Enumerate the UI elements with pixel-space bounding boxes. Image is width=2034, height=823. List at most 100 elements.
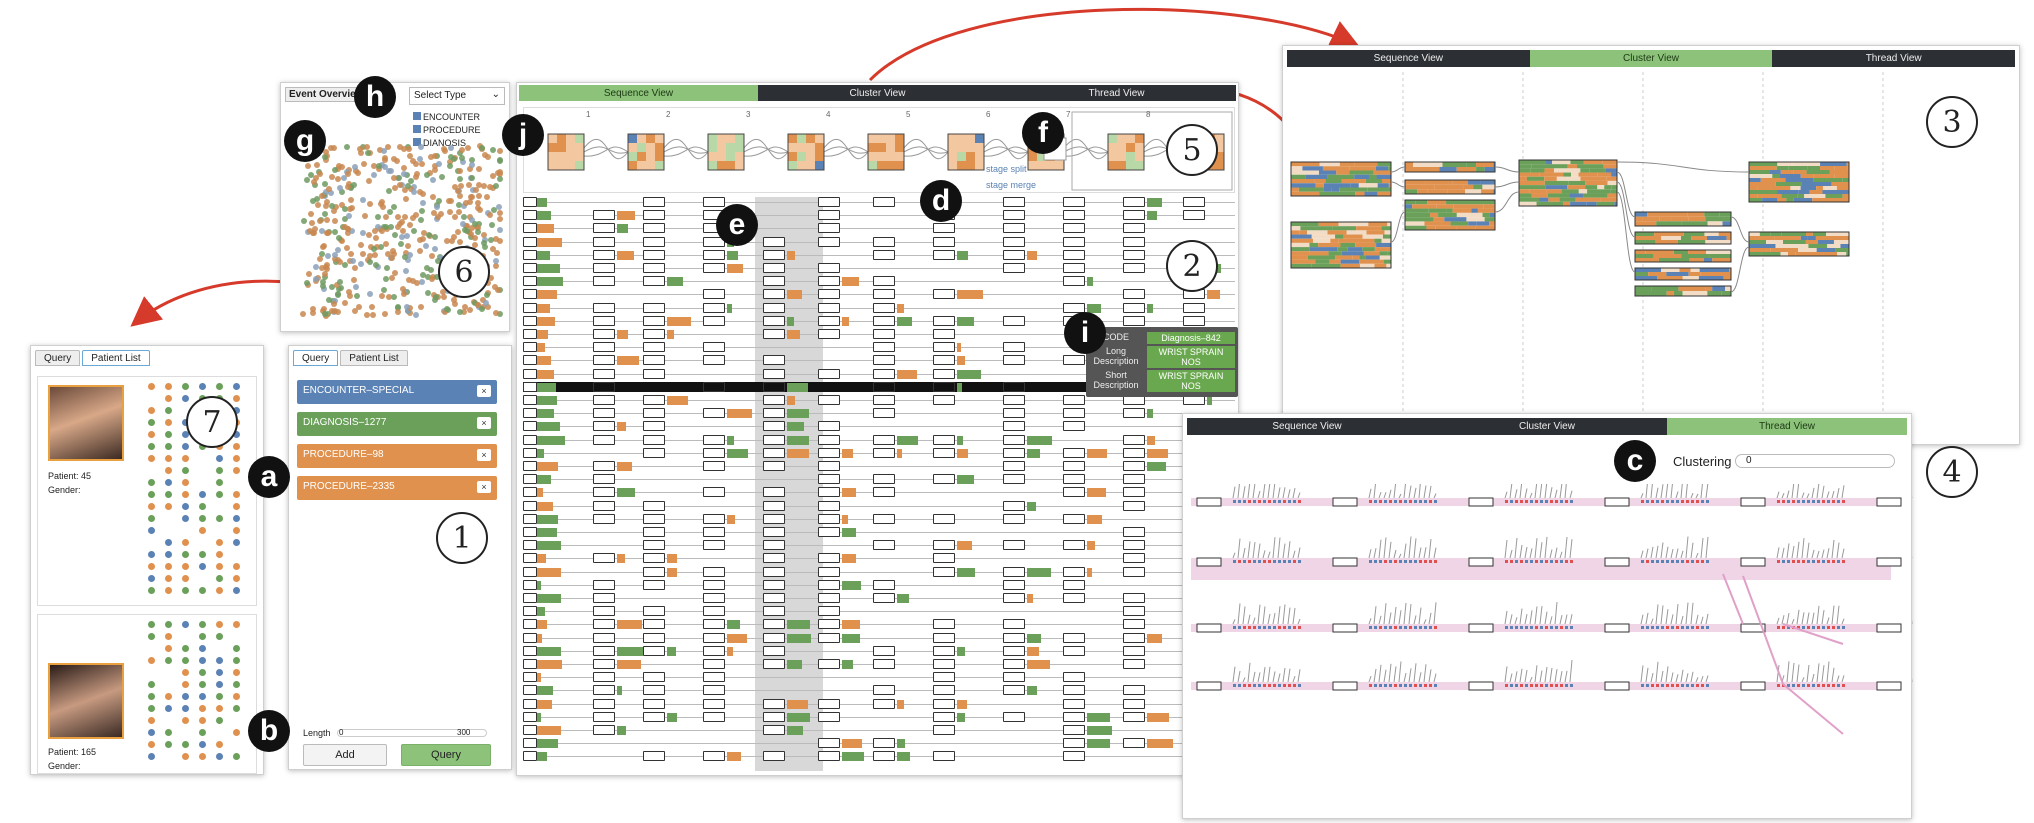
event-node[interactable]	[763, 659, 785, 669]
event-node[interactable]	[763, 725, 785, 735]
event-node[interactable]	[523, 395, 537, 405]
event-node[interactable]	[1123, 434, 1145, 445]
event-node[interactable]	[933, 236, 955, 247]
event-node[interactable]	[1003, 434, 1025, 445]
event-node[interactable]	[873, 276, 895, 287]
event-node[interactable]	[593, 315, 615, 326]
event-node[interactable]	[703, 606, 725, 617]
event-node[interactable]	[643, 249, 665, 260]
event-node[interactable]	[1003, 566, 1025, 577]
event-node[interactable]	[523, 645, 537, 656]
event-node[interactable]	[703, 513, 725, 524]
event-node[interactable]	[703, 434, 725, 445]
event-node[interactable]	[643, 685, 665, 696]
event-node[interactable]	[818, 236, 840, 247]
event-node[interactable]	[703, 289, 725, 300]
event-node[interactable]	[1003, 593, 1025, 603]
event-node[interactable]	[1123, 249, 1145, 260]
event-node[interactable]	[818, 197, 840, 207]
event-node[interactable]	[1063, 355, 1085, 366]
event-node[interactable]	[933, 249, 955, 260]
event-node[interactable]	[523, 263, 537, 273]
event-node[interactable]	[703, 698, 725, 709]
event-node[interactable]	[1003, 197, 1025, 207]
event-node[interactable]	[1123, 540, 1145, 551]
event-node[interactable]	[1003, 249, 1025, 260]
event-node[interactable]	[523, 725, 537, 735]
tab-sequence-view[interactable]: Sequence View	[1287, 50, 1530, 67]
event-node[interactable]	[818, 698, 840, 709]
event-node[interactable]	[873, 395, 895, 405]
event-node[interactable]	[818, 434, 840, 445]
event-node[interactable]	[763, 355, 785, 366]
remove-icon[interactable]: ×	[477, 449, 491, 461]
event-node[interactable]	[703, 711, 725, 722]
event-node[interactable]	[1063, 725, 1085, 735]
event-node[interactable]	[593, 461, 615, 471]
tab-thread-view[interactable]: Thread View	[1667, 418, 1907, 435]
event-node[interactable]	[1183, 210, 1205, 221]
event-node[interactable]	[593, 368, 615, 379]
event-node[interactable]	[1123, 698, 1145, 709]
event-node[interactable]	[643, 606, 665, 617]
event-node[interactable]	[873, 579, 895, 590]
event-node[interactable]	[1123, 289, 1145, 300]
event-node[interactable]	[643, 447, 665, 458]
event-node[interactable]	[703, 263, 725, 273]
event-node[interactable]	[818, 315, 840, 326]
event-node[interactable]	[763, 487, 785, 498]
event-node[interactable]	[933, 632, 955, 643]
event-node[interactable]	[933, 672, 955, 683]
event-node[interactable]	[763, 527, 785, 537]
event-node[interactable]	[593, 698, 615, 709]
event-node[interactable]	[818, 513, 840, 524]
event-node[interactable]	[933, 619, 955, 630]
event-node[interactable]	[1123, 197, 1145, 207]
event-node[interactable]	[933, 711, 955, 722]
event-node[interactable]	[818, 474, 840, 485]
event-node[interactable]	[643, 579, 665, 590]
event-node[interactable]	[1063, 566, 1085, 577]
event-node[interactable]	[1063, 474, 1085, 485]
event-node[interactable]	[818, 395, 840, 405]
event-node[interactable]	[703, 197, 725, 207]
sequence-row[interactable]	[523, 730, 1235, 731]
event-node[interactable]	[1123, 500, 1145, 511]
tab-sequence-view[interactable]: Sequence View	[1187, 418, 1427, 435]
event-node[interactable]	[818, 738, 840, 749]
event-node[interactable]	[1123, 738, 1145, 749]
event-node[interactable]	[1123, 223, 1145, 234]
event-node[interactable]	[643, 513, 665, 524]
event-node[interactable]	[763, 315, 785, 326]
event-node[interactable]	[643, 566, 665, 577]
event-node[interactable]	[933, 566, 955, 577]
event-node[interactable]	[933, 434, 955, 445]
event-node[interactable]	[1003, 540, 1025, 551]
event-node[interactable]	[1063, 302, 1085, 313]
event-node[interactable]	[933, 447, 955, 458]
event-node[interactable]	[523, 408, 537, 419]
event-node[interactable]	[593, 487, 615, 498]
event-node[interactable]	[873, 487, 895, 498]
event-node[interactable]	[818, 500, 840, 511]
event-node[interactable]	[703, 447, 725, 458]
event-node[interactable]	[1003, 315, 1025, 326]
event-node[interactable]	[703, 579, 725, 590]
event-node[interactable]	[1123, 566, 1145, 577]
event-node[interactable]	[643, 276, 665, 287]
event-node[interactable]	[523, 315, 537, 326]
event-node[interactable]	[593, 249, 615, 260]
event-node[interactable]	[1003, 381, 1025, 392]
tab-patient-list[interactable]: Patient List	[82, 350, 150, 366]
event-node[interactable]	[1003, 461, 1025, 471]
event-node[interactable]	[763, 513, 785, 524]
event-node[interactable]	[873, 751, 895, 762]
event-node[interactable]	[523, 619, 537, 630]
event-node[interactable]	[523, 210, 537, 221]
event-node[interactable]	[643, 645, 665, 656]
event-node[interactable]	[763, 553, 785, 564]
event-node[interactable]	[763, 500, 785, 511]
event-node[interactable]	[1063, 408, 1085, 419]
event-node[interactable]	[643, 540, 665, 551]
event-node[interactable]	[763, 302, 785, 313]
